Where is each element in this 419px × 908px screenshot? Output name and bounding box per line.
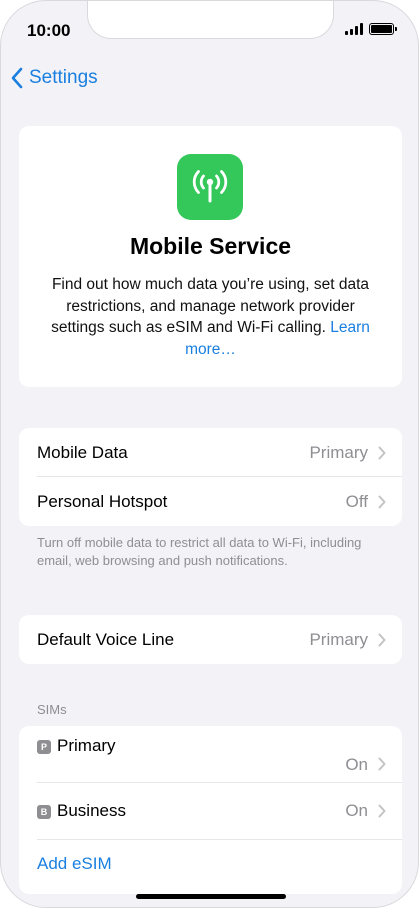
hero-description-text: Find out how much data you’re using, set…	[51, 276, 370, 336]
status-time: 10:00	[27, 21, 71, 40]
sim-name: Primary	[57, 736, 116, 755]
sims-section-header: SIMs	[37, 702, 67, 717]
chevron-right-icon	[378, 446, 386, 459]
hero-description: Find out how much data you’re using, set…	[41, 274, 380, 360]
sim-badge-icon: B	[37, 804, 51, 819]
add-esim-button[interactable]: Add eSIM	[19, 840, 402, 888]
row-sim-business[interactable]: B Business On	[19, 783, 402, 839]
row-label: Default Voice Line	[37, 629, 175, 649]
row-default-voice-line[interactable]: Default Voice Line Primary	[19, 615, 402, 664]
row-mobile-data[interactable]: Mobile Data Primary	[19, 428, 402, 477]
row-personal-hotspot[interactable]: Personal Hotspot Off	[19, 477, 402, 526]
row-label: P Primary	[37, 736, 345, 756]
row-sim-primary[interactable]: P Primary On	[19, 726, 402, 782]
page-title: Mobile Service	[129, 233, 292, 259]
battery-icon	[369, 23, 397, 35]
mobile-data-footnote: Turn off mobile data to restrict all dat…	[37, 535, 362, 568]
row-value: Primary	[309, 442, 368, 462]
phone-screen: 10:00 Settings Mobile Service Find out h…	[0, 0, 419, 908]
row-label: B Business	[37, 801, 345, 821]
data-settings-group: Mobile Data Primary Personal Hotspot Off	[19, 428, 402, 526]
row-label: Personal Hotspot	[37, 491, 168, 511]
antenna-icon	[177, 154, 243, 220]
sims-group: P Primary On B Business On Add eSIM	[19, 726, 402, 894]
chevron-left-icon	[11, 67, 23, 89]
mobile-service-card: Mobile Service Find out how much data yo…	[19, 126, 402, 387]
chevron-right-icon	[378, 804, 386, 818]
chevron-right-icon	[378, 757, 386, 771]
back-button[interactable]: Settings	[11, 67, 98, 89]
chevron-right-icon	[378, 495, 386, 508]
home-indicator[interactable]	[136, 894, 286, 899]
chevron-right-icon	[378, 633, 386, 646]
row-value: On	[345, 801, 368, 820]
row-label: Mobile Data	[37, 442, 128, 462]
row-value: On	[345, 755, 368, 774]
status-icons	[345, 23, 397, 35]
notch	[87, 1, 334, 39]
back-label: Settings	[29, 67, 98, 88]
add-esim-label: Add eSIM	[37, 854, 112, 873]
sim-badge-icon: P	[37, 739, 51, 754]
signal-icon	[345, 23, 363, 35]
voice-settings-group: Default Voice Line Primary	[19, 615, 402, 664]
row-value: Primary	[309, 629, 368, 649]
sim-name: Business	[57, 801, 126, 820]
row-value: Off	[345, 491, 368, 511]
